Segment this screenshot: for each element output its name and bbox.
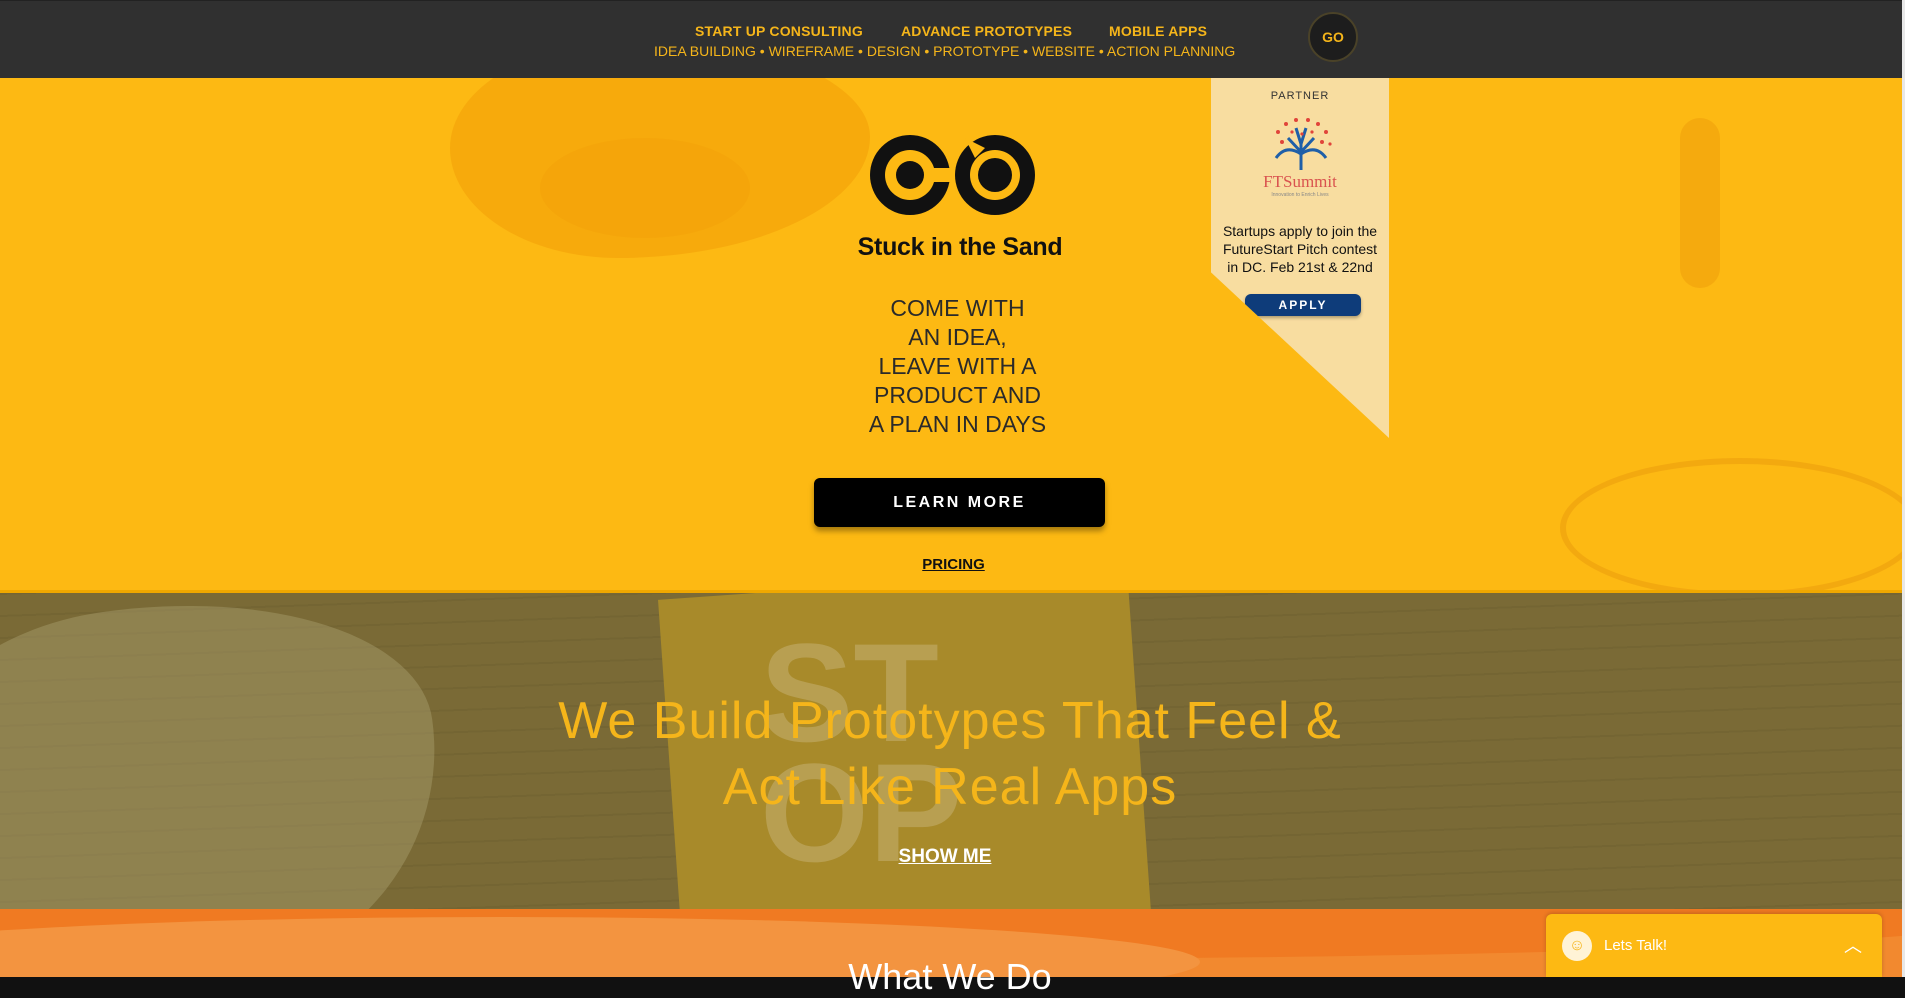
ftsummit-logo-subtext: Innovation to Enrich Lives <box>1271 192 1329 198</box>
hero-tagline: COME WITH AN IDEA, LEAVE WITH A PRODUCT … <box>800 294 1115 439</box>
stuck-in-the-sand-logo-icon <box>870 135 1035 215</box>
hero-section: Stuck in the Sand COME WITH AN IDEA, LEA… <box>0 78 1905 593</box>
nav-services-subline: IDEA BUILDING • WIREFRAME • DESIGN • PRO… <box>654 43 1236 59</box>
nav-link-startup-consulting[interactable]: START UP CONSULTING <box>695 23 863 39</box>
pricing-link[interactable]: PRICING <box>900 556 1007 573</box>
chat-label: Lets Talk! <box>1604 937 1668 954</box>
tagline-line: COME WITH <box>890 295 1025 321</box>
tagline-line: A PLAN IN DAYS <box>868 411 1047 437</box>
what-we-do-title: What We Do <box>848 956 1052 997</box>
background-splash <box>1680 118 1720 288</box>
headline-line: We Build Prototypes That Feel & <box>558 692 1342 750</box>
prototypes-headline: We Build Prototypes That Feel & Act Like… <box>520 688 1380 820</box>
partner-label: PARTNER <box>1270 90 1330 102</box>
show-me-link[interactable]: SHOW ME <box>880 846 1010 868</box>
chevron-up-icon[interactable]: ︿ <box>1844 932 1862 958</box>
brand-name: Stuck in the Sand <box>857 233 1063 261</box>
nav-link-mobile-apps[interactable]: MOBILE APPS <box>1109 23 1207 39</box>
partner-ribbon: PARTNER FTSummit Innovation to Enrich Li… <box>1211 78 1389 438</box>
partner-description: Startups apply to join the FutureStart P… <box>1222 223 1378 275</box>
tagline-line: AN IDEA, <box>908 324 1007 350</box>
top-navigation: START UP CONSULTING ADVANCE PROTOTYPES M… <box>0 0 1905 78</box>
apply-button[interactable]: APPLY <box>1245 294 1361 316</box>
smiley-icon: ☺ <box>1562 930 1592 961</box>
learn-more-button[interactable]: LEARN MORE <box>814 478 1105 527</box>
nav-link-advance-prototypes[interactable]: ADVANCE PROTOTYPES <box>901 23 1072 39</box>
background-splash <box>1560 458 1905 593</box>
background-splash <box>540 138 750 238</box>
headline-line: Act Like Real Apps <box>722 758 1178 816</box>
chat-widget[interactable]: ☺ Lets Talk! ︿ <box>1546 914 1882 977</box>
go-button[interactable]: GO <box>1308 12 1358 62</box>
ftsummit-tree-icon <box>1274 118 1332 170</box>
tagline-line: LEAVE WITH A <box>878 353 1037 379</box>
ftsummit-logo-text: FTSummit <box>1263 172 1337 191</box>
tagline-line: PRODUCT AND <box>874 382 1041 408</box>
